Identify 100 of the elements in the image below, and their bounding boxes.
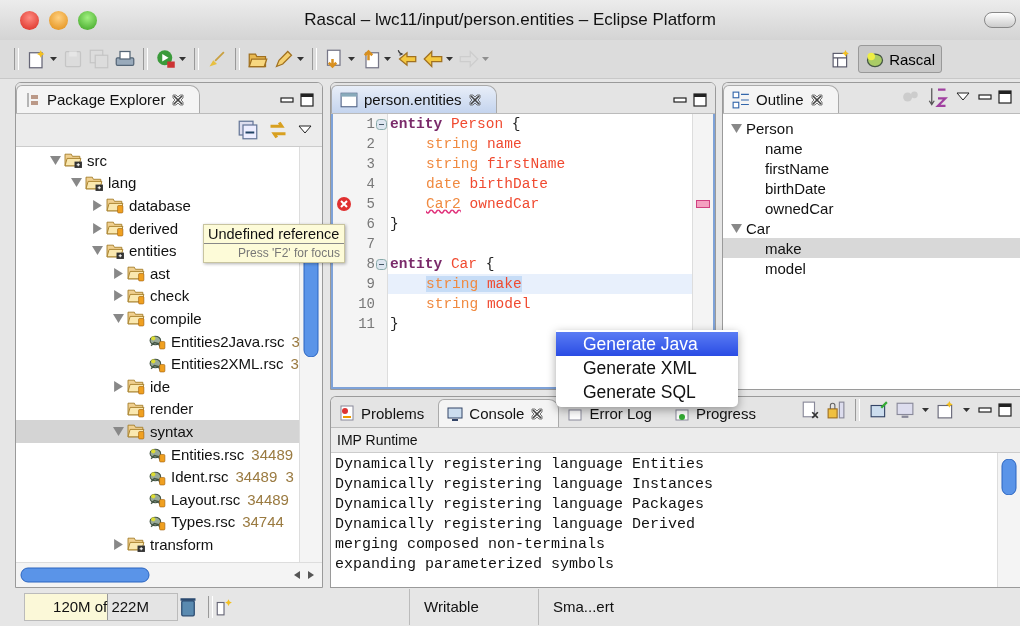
new-file-icon[interactable] — [27, 49, 47, 69]
tree-item[interactable]: database — [16, 194, 299, 217]
outline-item[interactable]: model — [723, 258, 1020, 278]
tree-item-label: Entities.rsc — [171, 445, 245, 463]
view-tab[interactable]: Problems — [331, 399, 439, 427]
console-line: Dynamically registering language Packages — [335, 495, 706, 515]
dropdown-caret-icon[interactable] — [384, 57, 391, 61]
pin-console-icon[interactable] — [870, 401, 888, 419]
printer-icon[interactable] — [115, 49, 135, 69]
vertical-scrollbar[interactable] — [997, 453, 1020, 587]
tree-item-label: database — [129, 197, 191, 214]
tree-item[interactable]: transform — [16, 533, 299, 556]
expanded-arrow-icon[interactable] — [731, 222, 742, 234]
view-menu-icon[interactable] — [298, 124, 312, 136]
clear-console-icon[interactable] — [801, 401, 819, 419]
collapsed-arrow-icon[interactable] — [113, 290, 124, 302]
scrollbar-thumb[interactable] — [20, 567, 150, 583]
dropdown-caret-icon[interactable] — [963, 408, 970, 412]
line-number: 6 — [366, 216, 375, 232]
tree-item[interactable]: render — [16, 397, 299, 421]
collapsed-arrow-icon[interactable] — [113, 267, 124, 279]
menu-item[interactable]: Generate XML — [556, 356, 738, 380]
maximize-icon[interactable] — [998, 90, 1012, 104]
dropdown-caret-icon[interactable] — [348, 57, 355, 61]
tree-item[interactable]: ast — [16, 261, 299, 285]
dropdown-caret-icon[interactable] — [179, 57, 186, 61]
expanded-arrow-icon[interactable] — [113, 312, 124, 324]
code-line: entity Person { — [389, 115, 521, 134]
tree-item-label: Entities2XML.rsc — [171, 355, 284, 373]
collapse-all-icon[interactable] — [238, 120, 258, 140]
collapsed-arrow-icon[interactable] — [113, 538, 124, 550]
outline-item[interactable]: name — [723, 138, 1020, 158]
display-console-icon[interactable] — [896, 401, 914, 419]
folder-icon — [106, 196, 126, 215]
outline-item[interactable]: ownedCar — [723, 198, 1020, 218]
menu-item[interactable]: Generate Java — [556, 332, 738, 356]
trash-icon[interactable] — [178, 595, 198, 618]
close-icon[interactable] — [809, 92, 824, 107]
tree-item[interactable]: src — [16, 149, 299, 172]
dropdown-caret-icon[interactable] — [446, 57, 453, 61]
tree-item[interactable]: Entities2Java.rsc 3 — [16, 329, 299, 353]
collapsed-arrow-icon[interactable] — [113, 380, 124, 392]
toolbar-toggle-button[interactable] — [984, 12, 1016, 28]
outline-item[interactable]: firstName — [723, 158, 1020, 178]
expanded-arrow-icon[interactable] — [731, 122, 742, 134]
fold-icon[interactable] — [376, 258, 387, 270]
close-icon[interactable] — [467, 92, 482, 107]
tree-item[interactable]: Entities2XML.rsc 3 — [16, 352, 299, 375]
tree-item[interactable]: syntax — [16, 420, 299, 443]
fast-view-icon[interactable] — [215, 597, 233, 616]
outline-item[interactable]: Person — [723, 118, 1020, 138]
outline-label: birthDate — [765, 179, 826, 197]
error-marker[interactable] — [696, 200, 710, 208]
dropdown-caret-icon[interactable] — [297, 57, 304, 61]
tree-item[interactable]: Layout.rsc 34489 — [16, 487, 299, 511]
tree-item[interactable]: ide — [16, 374, 299, 398]
tree-item[interactable]: check — [16, 284, 299, 308]
maximize-icon[interactable] — [998, 403, 1012, 417]
view-tab[interactable]: Package Explorer — [16, 85, 201, 113]
previous-annotation-icon[interactable] — [361, 49, 381, 69]
scroll-lock-icon[interactable] — [827, 401, 845, 419]
dropdown-caret-icon[interactable] — [922, 408, 929, 412]
expanded-arrow-icon[interactable] — [92, 245, 103, 257]
maximize-icon[interactable] — [693, 93, 707, 107]
outline-item[interactable]: Car — [723, 218, 1020, 238]
view-menu-icon[interactable] — [956, 91, 970, 103]
sort-icon[interactable] — [928, 87, 948, 107]
view-tab[interactable]: Outline — [723, 85, 839, 113]
tree-item[interactable]: Entities.rsc 34489 — [16, 442, 299, 466]
perspective-button[interactable]: Rascal — [858, 45, 942, 73]
outline-item[interactable]: make — [723, 238, 1020, 258]
expanded-arrow-icon[interactable] — [50, 154, 61, 166]
dropdown-caret-icon[interactable] — [50, 57, 57, 61]
fold-icon[interactable] — [376, 118, 387, 130]
warning-list-icon — [339, 405, 355, 421]
new-console-icon[interactable] — [937, 401, 955, 419]
outline-item[interactable]: birthDate — [723, 178, 1020, 198]
tree-item[interactable]: Ident.rsc 34489 3 — [16, 465, 299, 488]
close-window-button[interactable] — [20, 10, 39, 30]
console-line: merging composed non-terminals — [335, 535, 607, 555]
maximize-icon[interactable] — [300, 93, 314, 107]
close-icon[interactable] — [530, 406, 545, 421]
tree-item[interactable]: Types.rsc 34744 — [16, 510, 299, 534]
collapsed-arrow-icon[interactable] — [92, 222, 103, 234]
last-edit-icon[interactable] — [397, 49, 417, 69]
tree-item[interactable]: compile — [16, 307, 299, 330]
collapsed-arrow-icon[interactable] — [92, 200, 103, 211]
open-perspective-icon[interactable] — [832, 50, 851, 68]
expanded-arrow-icon[interactable] — [71, 177, 82, 189]
tree-item-label: ast — [150, 264, 170, 282]
view-tab[interactable]: Console — [438, 399, 560, 427]
close-icon[interactable] — [171, 92, 186, 107]
editor-tab[interactable]: person.entities — [331, 85, 497, 113]
code-line: } — [389, 215, 399, 234]
outline-icon — [732, 90, 750, 109]
tree-item[interactable]: lang — [16, 171, 299, 195]
expanded-arrow-icon[interactable] — [113, 425, 124, 437]
scrollbar-thumb[interactable] — [1001, 459, 1017, 495]
horizontal-scrollbar[interactable] — [16, 562, 322, 587]
run-icon[interactable] — [156, 49, 176, 69]
